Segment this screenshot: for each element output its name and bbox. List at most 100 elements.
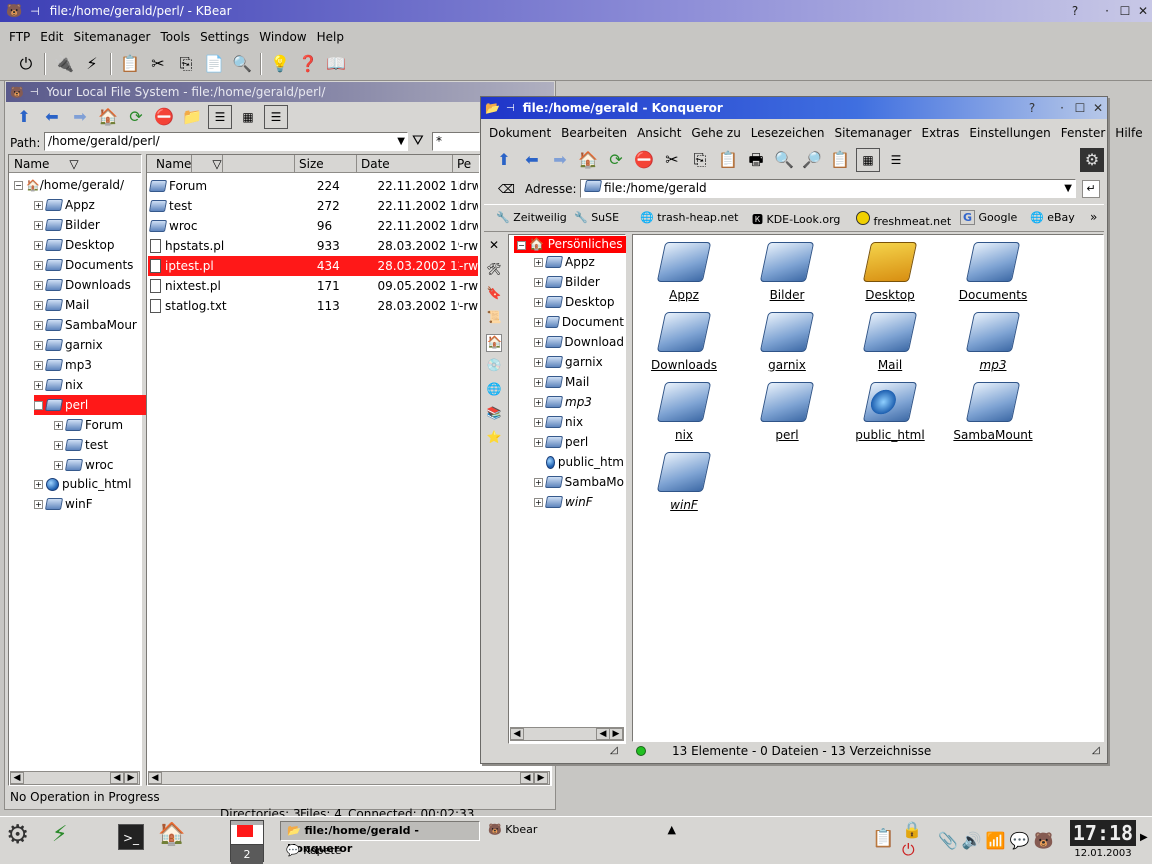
expand-icon[interactable]: +: [34, 320, 43, 330]
tip-icon[interactable]: 💡: [268, 52, 292, 76]
lock-icon[interactable]: 🔒: [902, 820, 922, 839]
expand-icon[interactable]: +: [54, 420, 63, 430]
konqueror-launcher-icon[interactable]: 🏠: [158, 822, 185, 847]
tree-item[interactable]: + Documents: [34, 255, 133, 275]
scroll-right-icon[interactable]: ▶: [124, 772, 138, 784]
media-icon[interactable]: 💿: [486, 358, 502, 376]
icon-item[interactable]: Mail: [846, 312, 934, 372]
tree-item[interactable]: + Document: [534, 313, 624, 331]
expand-icon[interactable]: +: [34, 340, 43, 350]
col-size[interactable]: Size: [295, 155, 357, 172]
close-sidebar-icon[interactable]: ✕: [486, 238, 502, 256]
chevron-down-icon[interactable]: ▼: [397, 133, 405, 150]
konqueror-titlebar[interactable]: 📂 ⊣ file:/home/gerald - Konqueror ? · ☐ …: [481, 97, 1107, 119]
tree-item[interactable]: + Desktop: [34, 235, 115, 255]
filter-input[interactable]: *: [432, 132, 480, 151]
col-perm[interactable]: Pe: [453, 155, 479, 172]
bookmark-trash-heap[interactable]: 🌐 trash-heap.net: [640, 211, 738, 224]
maximize-button[interactable]: ☐: [1116, 2, 1134, 20]
close-button[interactable]: ✕: [1089, 99, 1107, 117]
zoom-out-icon[interactable]: 🔎: [800, 148, 824, 172]
up-icon[interactable]: ⬆: [12, 105, 36, 129]
menu-extras[interactable]: Extras: [916, 126, 964, 140]
table-row[interactable]: statlog.txt 113 28.03.2002 19:50-rw: [148, 296, 478, 316]
pager-desk-1[interactable]: [231, 825, 263, 845]
bookmarks-icon[interactable]: 🔖: [486, 286, 502, 304]
menu-bearbeiten[interactable]: Bearbeiten: [556, 126, 632, 140]
close-button[interactable]: ✕: [1134, 2, 1152, 20]
tree-header[interactable]: Name ▽: [9, 155, 141, 173]
go-icon[interactable]: ↵: [1082, 180, 1100, 198]
expand-icon[interactable]: +: [34, 380, 43, 390]
stop-icon[interactable]: ⛔: [632, 148, 656, 172]
table-row[interactable]: wroc 96 22.11.2002 15:30drw: [148, 216, 478, 236]
resize-grip-icon[interactable]: ◿: [610, 745, 618, 756]
tree-item[interactable]: + Downloads: [34, 275, 131, 295]
bookmark-freshmeat[interactable]: freshmeat.net: [856, 211, 951, 228]
copy-icon[interactable]: ⎘: [174, 52, 198, 76]
favorites-icon[interactable]: ⭐: [486, 430, 502, 448]
back-icon[interactable]: ⬅: [40, 105, 64, 129]
tree-item[interactable]: + nix: [534, 413, 624, 431]
collapse-icon[interactable]: −: [517, 241, 526, 250]
icon-item[interactable]: Appz: [640, 242, 728, 302]
power-icon[interactable]: ⏻: [14, 52, 38, 76]
bookmark-zeitweilig[interactable]: 🔧 Zeitweilig: [496, 211, 567, 224]
tree-item[interactable]: + test: [54, 435, 108, 455]
kde-menu-icon[interactable]: ⚙: [6, 820, 29, 850]
expand-icon[interactable]: +: [534, 277, 543, 287]
reload-icon[interactable]: ⟳: [604, 148, 628, 172]
expand-icon[interactable]: +: [34, 240, 43, 250]
home-tab-icon[interactable]: 🏠: [486, 334, 502, 352]
pin-icon[interactable]: ⊣: [30, 5, 40, 18]
cut-icon[interactable]: ✂: [660, 148, 684, 172]
kbear-app-icon[interactable]: 🐻: [6, 4, 22, 19]
menu-ftp[interactable]: FTP: [4, 30, 35, 44]
whatsthis-icon[interactable]: ❓: [296, 52, 320, 76]
tree-item[interactable]: + Mail: [534, 373, 624, 391]
icon-item[interactable]: winF: [640, 452, 728, 512]
expand-icon[interactable]: +: [34, 220, 43, 230]
menu-window[interactable]: Window: [254, 30, 311, 44]
tree-item[interactable]: + Appz: [534, 253, 624, 271]
scroll-left-icon[interactable]: ◀: [10, 772, 24, 784]
clipboard-icon[interactable]: 📋: [872, 828, 894, 849]
tree-item[interactable]: − 🏠/home/gerald/: [14, 175, 124, 195]
speaker-icon[interactable]: 🔊: [962, 831, 982, 850]
tree-item[interactable]: + Forum: [54, 415, 123, 435]
help-button[interactable]: ?: [1023, 99, 1041, 117]
tree-view-icon[interactable]: ☰: [264, 105, 288, 129]
up-icon[interactable]: ⬆: [492, 148, 516, 172]
handbook-icon[interactable]: 📖: [324, 52, 348, 76]
expand-icon[interactable]: +: [534, 417, 543, 427]
tree-item[interactable]: + mp3: [34, 355, 92, 375]
pin-icon[interactable]: ⊣: [30, 87, 39, 98]
icon-view-icon[interactable]: ▦: [236, 105, 260, 129]
connect-icon[interactable]: 🔌: [52, 52, 76, 76]
help-button[interactable]: ?: [1066, 2, 1084, 20]
clock[interactable]: 17:18 12.01.2003: [1070, 820, 1136, 862]
tree-item[interactable]: + wroc: [54, 455, 113, 475]
network-icon[interactable]: 📶: [986, 831, 1006, 850]
expand-icon[interactable]: +: [34, 280, 43, 290]
table-row[interactable]: test 272 22.11.2002 15:30drw: [148, 196, 478, 216]
tree-item[interactable]: + Mail: [34, 295, 89, 315]
menu-edit[interactable]: Edit: [35, 30, 68, 44]
disconnect-icon[interactable]: ⚡: [80, 52, 104, 76]
path-combo[interactable]: /home/gerald/perl/ ▼: [44, 132, 408, 151]
expand-icon[interactable]: +: [534, 317, 543, 327]
menu-dokument[interactable]: Dokument: [484, 126, 556, 140]
scroll-left-icon[interactable]: ◀: [148, 772, 162, 784]
konqueror-app-icon[interactable]: 📂: [485, 101, 500, 115]
print-icon[interactable]: 🖶: [744, 148, 768, 172]
icon-item[interactable]: Desktop: [846, 242, 934, 302]
icon-item[interactable]: nix: [640, 382, 728, 442]
konq-tree-root[interactable]: − 🏠 Persönliches: [514, 236, 626, 253]
tree-item[interactable]: +public_htm: [534, 453, 624, 471]
menu-ansicht[interactable]: Ansicht: [632, 126, 686, 140]
address-combo[interactable]: file:/home/gerald ▼: [580, 179, 1076, 198]
tree-item[interactable]: + Bilder: [534, 273, 624, 291]
expand-icon[interactable]: +: [34, 360, 43, 370]
menu-help[interactable]: Help: [312, 30, 349, 44]
tree-header-name[interactable]: Name: [9, 155, 49, 172]
